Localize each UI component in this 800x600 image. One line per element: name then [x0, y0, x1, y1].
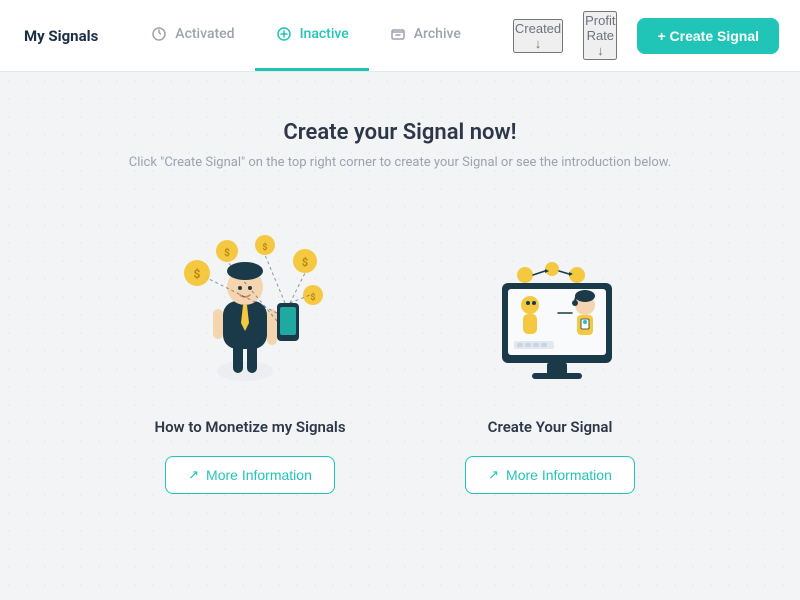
- header: My Signals Activated Inactive: [0, 0, 800, 72]
- svg-text:$: $: [262, 242, 267, 253]
- page-subtitle: Click "Create Signal" on the top right c…: [129, 155, 671, 170]
- create-signal-button[interactable]: + Create Signal: [637, 18, 779, 54]
- svg-text:$: $: [194, 267, 201, 281]
- main-content: Create your Signal now! Click "Create Si…: [0, 72, 800, 494]
- tab-inactive[interactable]: Inactive: [255, 0, 369, 71]
- card-monetize: $ $ $ $ $: [140, 218, 360, 494]
- card-create-signal: Create Your Signal ↗ More Information: [440, 218, 660, 494]
- monetize-label: How to Monetize my Signals: [154, 418, 345, 436]
- sort-profit-button[interactable]: Profit Rate ↓: [583, 11, 617, 60]
- nav-tabs: Activated Inactive Archive: [130, 0, 481, 71]
- svg-text:$: $: [310, 292, 315, 303]
- tab-archive-label: Archive: [414, 26, 461, 42]
- tab-inactive-label: Inactive: [300, 26, 349, 42]
- create-signal-illustration: [450, 218, 650, 398]
- svg-text:$: $: [302, 256, 308, 269]
- header-right: Created ↓ Profit Rate ↓ + Create Signal: [513, 11, 779, 60]
- page-title: Create your Signal now!: [283, 120, 516, 145]
- tab-activated[interactable]: Activated: [130, 0, 254, 71]
- inactive-icon: [275, 25, 293, 43]
- refresh-icon: [150, 25, 168, 43]
- external-link-icon-2: ↗: [488, 467, 499, 483]
- create-signal-more-info-button[interactable]: ↗ More Information: [465, 456, 635, 494]
- sort-created-button[interactable]: Created ↓: [513, 19, 563, 53]
- tab-archive[interactable]: Archive: [369, 0, 481, 71]
- svg-text:$: $: [224, 246, 230, 259]
- monetize-more-info-button[interactable]: ↗ More Information: [165, 456, 335, 494]
- tab-activated-label: Activated: [175, 26, 234, 42]
- cards-row: $ $ $ $ $: [140, 218, 660, 494]
- external-link-icon: ↗: [188, 467, 199, 483]
- app-logo: My Signals: [24, 27, 98, 45]
- monetize-illustration: $ $ $ $ $: [150, 218, 350, 398]
- archive-icon: [389, 25, 407, 43]
- create-signal-label: Create Your Signal: [488, 418, 613, 436]
